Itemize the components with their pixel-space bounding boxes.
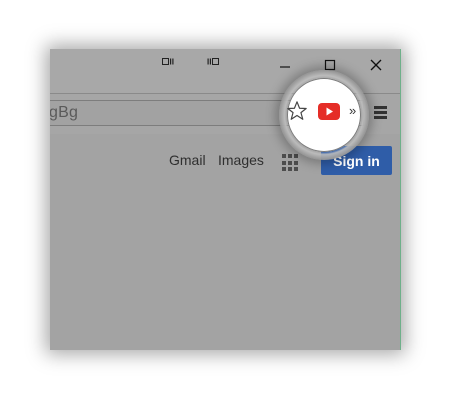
minimize-icon bbox=[280, 66, 290, 68]
screenshot-stage: gBg Gmail Images Sign in » bbox=[0, 0, 450, 400]
minimize-button[interactable] bbox=[270, 54, 300, 76]
close-button[interactable] bbox=[361, 54, 391, 76]
close-icon bbox=[370, 59, 382, 71]
hamburger-menu-icon[interactable] bbox=[374, 106, 388, 120]
address-bar-text: gBg bbox=[50, 104, 79, 121]
youtube-icon[interactable] bbox=[318, 103, 340, 120]
gmail-link[interactable]: Gmail bbox=[169, 152, 206, 168]
extensions-overflow-icon[interactable]: » bbox=[349, 104, 356, 118]
window-left-icon bbox=[162, 58, 174, 65]
star-icon[interactable] bbox=[286, 100, 308, 122]
window-right-icon bbox=[207, 58, 219, 65]
page-content: Gmail Images Sign in bbox=[50, 134, 400, 350]
images-link[interactable]: Images bbox=[218, 152, 264, 168]
apps-grid-icon[interactable] bbox=[282, 154, 300, 172]
